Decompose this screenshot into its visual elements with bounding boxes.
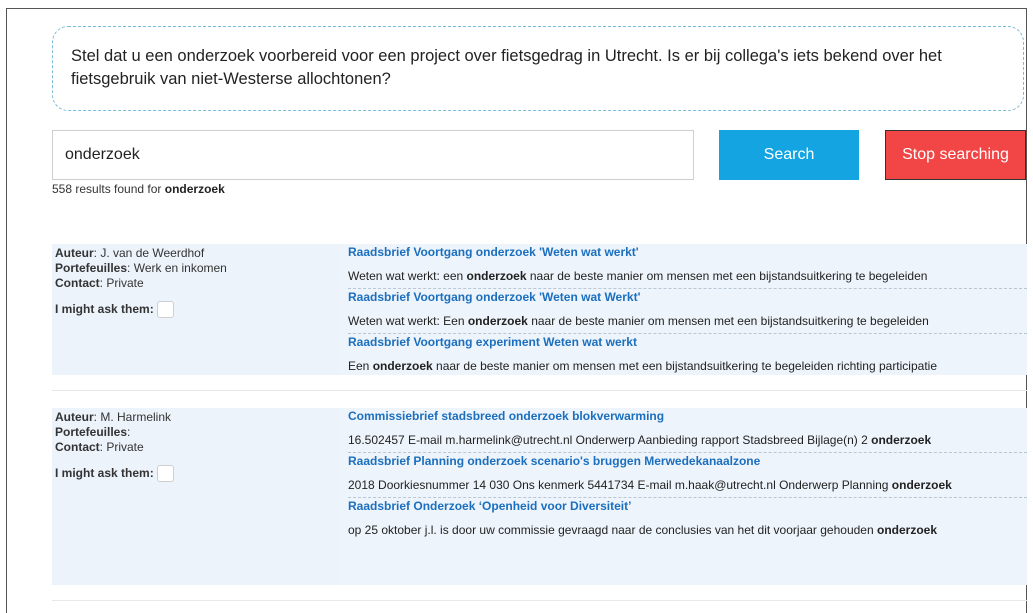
snippet-pre: op 25 oktober j.l. is door uw commissie …: [348, 523, 877, 537]
snippet-pre: Een: [348, 359, 373, 373]
snippet-pre: 16.502457 E-mail m.harmelink@utrecht.nl …: [348, 433, 872, 447]
snippet-highlight: onderzoek: [466, 269, 527, 283]
auteur-label: Auteur: [55, 246, 94, 260]
result-count-term: onderzoek: [164, 182, 225, 196]
result-group: Auteur: M. Harmelink Portefeuilles: Cont…: [52, 408, 1027, 585]
snippet-post: naar de beste manier om mensen met een b…: [526, 269, 928, 283]
doc-snippet: Weten wat werkt: Een onderzoek naar de b…: [348, 305, 1027, 333]
ask-checkbox[interactable]: [156, 465, 174, 482]
auteur-line: Auteur: J. van de Weerdhof: [55, 246, 205, 260]
doc-item: Raadsbrief Planning onderzoek scenario's…: [348, 453, 1027, 498]
author-meta: Auteur: M. Harmelink Portefeuilles: Cont…: [52, 408, 340, 585]
snippet-highlight: onderzoek: [871, 433, 932, 447]
group-divider: [52, 390, 1027, 391]
portefeuilles-label: Portefeuilles: [55, 261, 128, 275]
ask-row: I might ask them:: [55, 301, 340, 318]
doc-snippet: 16.502457 E-mail m.harmelink@utrecht.nl …: [348, 424, 1027, 452]
snippet-highlight: onderzoek: [876, 523, 937, 537]
result-count-text: results found for: [75, 182, 162, 196]
contact-value: Private: [106, 276, 144, 290]
result-count-number: 558: [52, 182, 73, 196]
auteur-value: M. Harmelink: [100, 410, 172, 424]
snippet-post: naar de beste manier om mensen met een b…: [527, 314, 929, 328]
contact-line: Contact: Private: [55, 440, 144, 454]
ask-label: I might ask them:: [55, 302, 154, 316]
contact-value: Private: [106, 440, 144, 454]
doc-snippet: op 25 oktober j.l. is door uw commissie …: [348, 514, 1027, 542]
doc-snippet: Een onderzoek naar de beste manier om me…: [348, 350, 1027, 378]
doc-snippet: 2018 Doorkiesnummer 14 030 Ons kenmerk 5…: [348, 469, 1027, 497]
doc-item: Raadsbrief Onderzoek ‘Openheid voor Dive…: [348, 498, 1027, 542]
snippet-highlight: onderzoek: [891, 478, 952, 492]
doc-item: Raadsbrief Voortgang onderzoek 'Weten wa…: [348, 289, 1027, 334]
portefeuilles-value: Werk en inkomen: [133, 261, 227, 275]
auteur-value: J. van de Weerdhof: [100, 246, 205, 260]
author-meta: Auteur: J. van de Weerdhof Portefeuilles…: [52, 244, 340, 375]
auteur-line: Auteur: M. Harmelink: [55, 410, 172, 424]
task-question-text: Stel dat u een onderzoek voorbereid voor…: [71, 47, 942, 88]
doc-snippet: Weten wat werkt: een onderzoek naar de b…: [348, 260, 1027, 288]
doc-title-link[interactable]: Raadsbrief Planning onderzoek scenario's…: [348, 453, 768, 469]
portefeuilles-label: Portefeuilles: [55, 425, 128, 439]
auteur-label: Auteur: [55, 410, 94, 424]
snippet-highlight: onderzoek: [467, 314, 528, 328]
doc-item: Raadsbrief Voortgang onderzoek 'Weten wa…: [348, 244, 1027, 289]
task-question: Stel dat u een onderzoek voorbereid voor…: [52, 26, 1024, 111]
stop-searching-button[interactable]: Stop searching: [885, 130, 1026, 180]
doc-title-link[interactable]: Commissiebrief stadsbreed onderzoek blok…: [348, 408, 768, 424]
group-divider: [52, 600, 1027, 601]
result-group: Auteur: J. van de Weerdhof Portefeuilles…: [52, 244, 1027, 375]
ask-label: I might ask them:: [55, 466, 154, 480]
result-count: 558 results found for onderzoek: [52, 182, 225, 196]
snippet-pre: Weten wat werkt: Een: [348, 314, 468, 328]
doc-title-link[interactable]: Raadsbrief Onderzoek ‘Openheid voor Dive…: [348, 498, 768, 514]
snippet-post: naar de beste manier om mensen met een b…: [432, 359, 937, 373]
doc-list: Commissiebrief stadsbreed onderzoek blok…: [340, 408, 1027, 585]
portefeuilles-line: Portefeuilles:: [55, 425, 131, 439]
ask-checkbox[interactable]: [156, 301, 174, 318]
snippet-pre: Weten wat werkt: een: [348, 269, 467, 283]
doc-item: Raadsbrief Voortgang experiment Weten wa…: [348, 334, 1027, 378]
snippet-highlight: onderzoek: [372, 359, 433, 373]
contact-label: Contact: [55, 276, 100, 290]
ask-row: I might ask them:: [55, 465, 340, 482]
contact-line: Contact: Private: [55, 276, 144, 290]
search-button[interactable]: Search: [719, 130, 859, 180]
doc-list: Raadsbrief Voortgang onderzoek 'Weten wa…: [340, 244, 1027, 375]
portefeuilles-line: Portefeuilles: Werk en inkomen: [55, 261, 227, 275]
contact-label: Contact: [55, 440, 100, 454]
doc-title-link[interactable]: Raadsbrief Voortgang onderzoek 'Weten wa…: [348, 289, 768, 305]
doc-title-link[interactable]: Raadsbrief Voortgang experiment Weten wa…: [348, 334, 768, 350]
search-input[interactable]: [52, 130, 694, 180]
doc-item: Commissiebrief stadsbreed onderzoek blok…: [348, 408, 1027, 453]
snippet-pre: 2018 Doorkiesnummer 14 030 Ons kenmerk 5…: [348, 478, 892, 492]
doc-title-link[interactable]: Raadsbrief Voortgang onderzoek 'Weten wa…: [348, 244, 768, 260]
